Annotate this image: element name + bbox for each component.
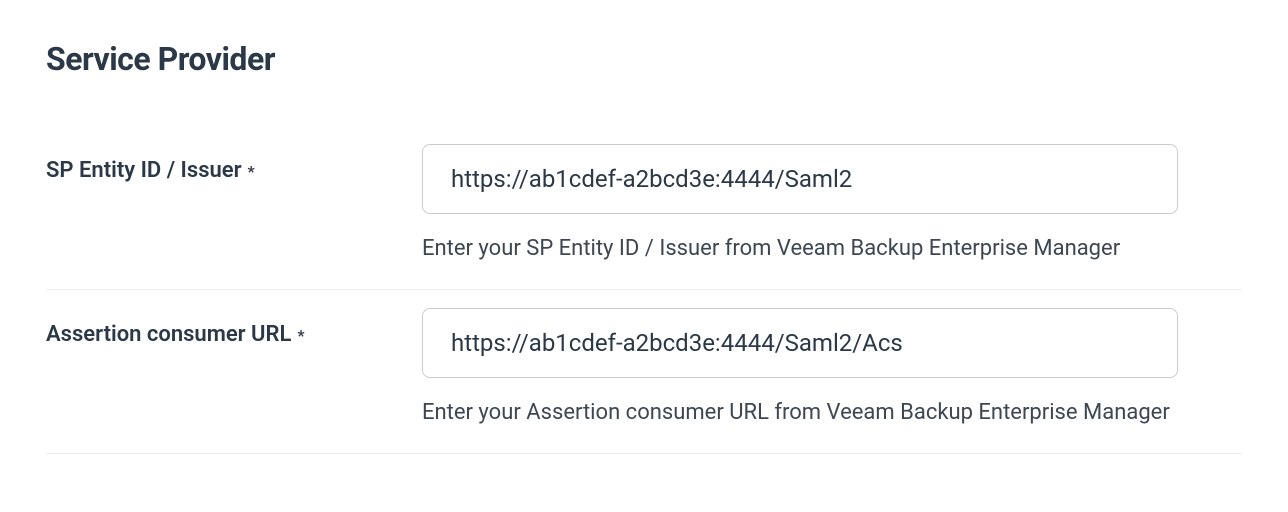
sp-entity-input[interactable] (422, 144, 1178, 214)
acs-url-input[interactable] (422, 308, 1178, 378)
sp-entity-label: SP Entity ID / Issuer (46, 158, 242, 183)
required-indicator: * (297, 326, 304, 345)
acs-url-label: Assertion consumer URL (46, 322, 291, 347)
label-col: SP Entity ID / Issuer * (46, 144, 422, 183)
label-col: Assertion consumer URL * (46, 308, 422, 347)
input-col: Enter your Assertion consumer URL from V… (422, 308, 1242, 425)
form-row-sp-entity: SP Entity ID / Issuer * Enter your SP En… (46, 126, 1242, 290)
acs-url-help: Enter your Assertion consumer URL from V… (422, 400, 1242, 425)
required-indicator: * (248, 162, 255, 181)
section-title: Service Provider (46, 40, 1242, 78)
form-row-acs-url: Assertion consumer URL * Enter your Asse… (46, 290, 1242, 454)
sp-entity-help: Enter your SP Entity ID / Issuer from Ve… (422, 236, 1242, 261)
input-col: Enter your SP Entity ID / Issuer from Ve… (422, 144, 1242, 261)
